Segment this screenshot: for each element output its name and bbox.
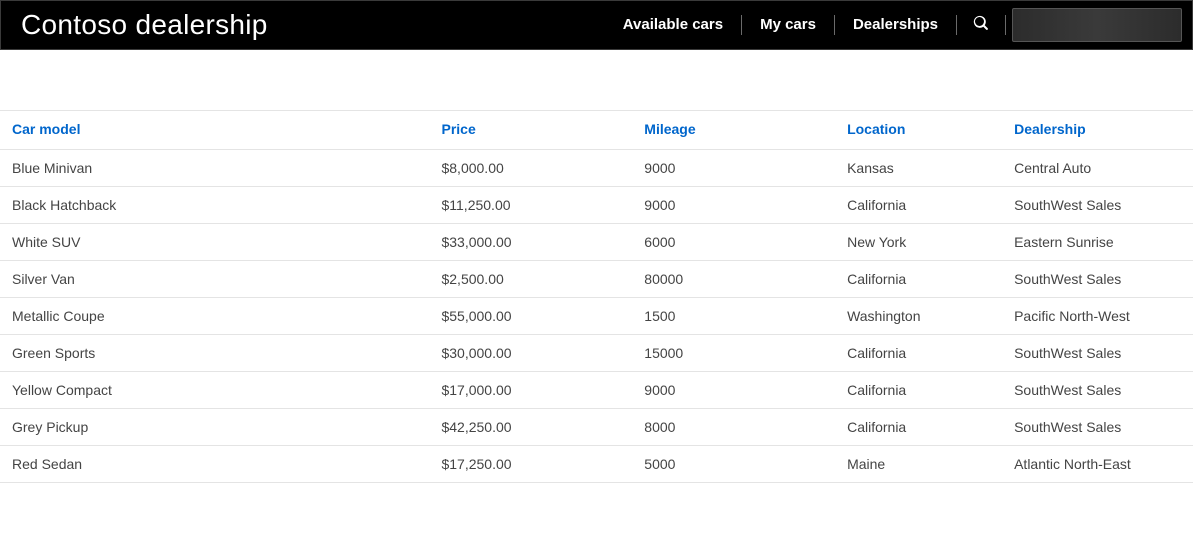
cell-location: Washington	[835, 298, 1002, 335]
cell-location: Maine	[835, 446, 1002, 483]
cell-model: Green Sports	[0, 335, 429, 372]
cell-location: California	[835, 261, 1002, 298]
cell-mileage: 9000	[632, 150, 835, 187]
cell-model: Red Sedan	[0, 446, 429, 483]
cell-location: California	[835, 372, 1002, 409]
nav-dealerships[interactable]: Dealerships	[835, 15, 956, 35]
cell-model: Metallic Coupe	[0, 298, 429, 335]
cell-dealership: Eastern Sunrise	[1002, 224, 1193, 261]
cell-model: Yellow Compact	[0, 372, 429, 409]
cell-dealership: Central Auto	[1002, 150, 1193, 187]
page-content: Car model Price Mileage Location Dealers…	[0, 50, 1193, 483]
col-header-model[interactable]: Car model	[0, 111, 429, 150]
table-row[interactable]: White SUV$33,000.006000New YorkEastern S…	[0, 224, 1193, 261]
top-bar: Contoso dealership Available cars My car…	[0, 0, 1193, 50]
cell-price: $11,250.00	[429, 187, 632, 224]
cell-mileage: 6000	[632, 224, 835, 261]
cell-dealership: Atlantic North-East	[1002, 446, 1193, 483]
cell-price: $17,000.00	[429, 372, 632, 409]
cell-location: California	[835, 409, 1002, 446]
cell-model: Grey Pickup	[0, 409, 429, 446]
cell-mileage: 9000	[632, 372, 835, 409]
cell-location: Kansas	[835, 150, 1002, 187]
nav-links: Available cars My cars Dealerships	[605, 1, 1182, 49]
col-header-mileage[interactable]: Mileage	[632, 111, 835, 150]
cell-price: $8,000.00	[429, 150, 632, 187]
table-header-row: Car model Price Mileage Location Dealers…	[0, 111, 1193, 150]
cell-price: $55,000.00	[429, 298, 632, 335]
cell-mileage: 8000	[632, 409, 835, 446]
cell-mileage: 15000	[632, 335, 835, 372]
col-header-price[interactable]: Price	[429, 111, 632, 150]
table-row[interactable]: Black Hatchback$11,250.009000CaliforniaS…	[0, 187, 1193, 224]
cell-dealership: SouthWest Sales	[1002, 335, 1193, 372]
user-menu[interactable]	[1012, 8, 1182, 42]
search-button[interactable]	[957, 15, 1005, 36]
cell-dealership: SouthWest Sales	[1002, 409, 1193, 446]
cell-dealership: Pacific North-West	[1002, 298, 1193, 335]
col-header-dealership[interactable]: Dealership	[1002, 111, 1193, 150]
cell-dealership: SouthWest Sales	[1002, 187, 1193, 224]
table-row[interactable]: Green Sports$30,000.0015000CaliforniaSou…	[0, 335, 1193, 372]
cell-price: $2,500.00	[429, 261, 632, 298]
cell-mileage: 1500	[632, 298, 835, 335]
cell-price: $30,000.00	[429, 335, 632, 372]
cell-mileage: 80000	[632, 261, 835, 298]
search-icon	[973, 15, 989, 36]
cell-model: White SUV	[0, 224, 429, 261]
cell-model: Blue Minivan	[0, 150, 429, 187]
nav-available-cars[interactable]: Available cars	[605, 15, 741, 35]
table-row[interactable]: Silver Van$2,500.0080000CaliforniaSouthW…	[0, 261, 1193, 298]
table-row[interactable]: Grey Pickup$42,250.008000CaliforniaSouth…	[0, 409, 1193, 446]
cars-table: Car model Price Mileage Location Dealers…	[0, 110, 1193, 483]
cell-price: $33,000.00	[429, 224, 632, 261]
cell-price: $42,250.00	[429, 409, 632, 446]
col-header-location[interactable]: Location	[835, 111, 1002, 150]
cell-location: New York	[835, 224, 1002, 261]
cell-price: $17,250.00	[429, 446, 632, 483]
cell-mileage: 9000	[632, 187, 835, 224]
cell-dealership: SouthWest Sales	[1002, 372, 1193, 409]
table-row[interactable]: Blue Minivan$8,000.009000KansasCentral A…	[0, 150, 1193, 187]
nav-my-cars[interactable]: My cars	[742, 15, 834, 35]
cell-model: Silver Van	[0, 261, 429, 298]
cell-model: Black Hatchback	[0, 187, 429, 224]
brand-title: Contoso dealership	[21, 9, 268, 41]
cell-location: California	[835, 187, 1002, 224]
nav-separator	[1005, 15, 1006, 35]
cell-location: California	[835, 335, 1002, 372]
table-row[interactable]: Red Sedan$17,250.005000MaineAtlantic Nor…	[0, 446, 1193, 483]
cell-dealership: SouthWest Sales	[1002, 261, 1193, 298]
table-row[interactable]: Metallic Coupe$55,000.001500WashingtonPa…	[0, 298, 1193, 335]
table-row[interactable]: Yellow Compact$17,000.009000CaliforniaSo…	[0, 372, 1193, 409]
cell-mileage: 5000	[632, 446, 835, 483]
